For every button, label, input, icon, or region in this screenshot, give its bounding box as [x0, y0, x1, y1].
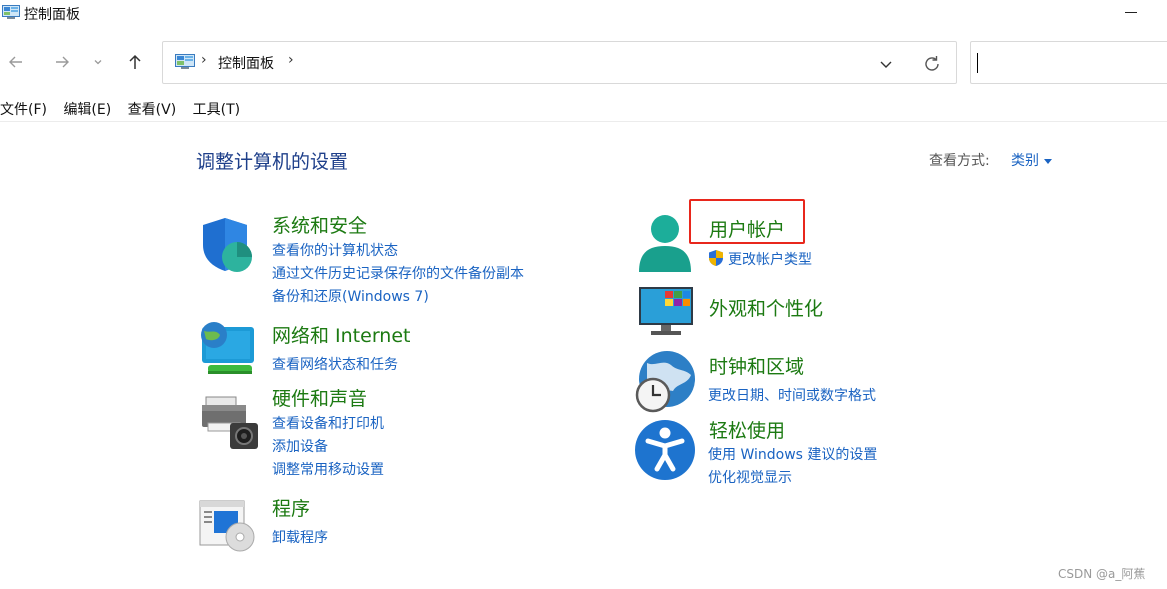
forward-button[interactable] [48, 48, 76, 76]
link-view-computer-status[interactable]: 查看你的计算机状态 [272, 240, 398, 260]
arrow-up-icon [129, 54, 141, 69]
minimize-icon [1125, 12, 1137, 13]
category-ease-of-access[interactable]: 轻松使用 [709, 416, 785, 443]
watermark: CSDN @a_阿蕉 [1058, 567, 1146, 581]
menu-bar: 文件(F) 编辑(E) 查看(V) 工具(T) [0, 99, 252, 121]
link-change-account-type[interactable]: 更改帐户类型 [728, 249, 812, 269]
refresh-button[interactable] [921, 53, 943, 75]
programs-icon[interactable] [198, 499, 258, 555]
back-button[interactable] [2, 48, 30, 76]
breadcrumb-separator[interactable]: › [201, 52, 207, 68]
arrow-left-icon [9, 56, 22, 68]
breadcrumb-separator-trailing[interactable]: › [288, 52, 294, 68]
uac-shield-icon [707, 249, 725, 267]
breadcrumb-control-panel[interactable]: 控制面板 [218, 53, 274, 73]
view-by-value: 类别 [1011, 153, 1039, 169]
link-network-status-tasks[interactable]: 查看网络状态和任务 [272, 354, 398, 374]
link-file-history-backup[interactable]: 通过文件历史记录保存你的文件备份副本 [272, 263, 524, 283]
control-panel-icon [2, 5, 20, 20]
category-user-accounts[interactable]: 用户帐户 [709, 215, 785, 242]
title-bar: 控制面板 [0, 0, 1167, 28]
address-bar[interactable]: › 控制面板 › [162, 41, 957, 84]
view-by-dropdown[interactable]: 类别 [1011, 150, 1052, 170]
user-icon[interactable] [637, 212, 693, 276]
link-change-date-time[interactable]: 更改日期、时间或数字格式 [708, 385, 876, 405]
link-uninstall-program[interactable]: 卸载程序 [272, 527, 328, 547]
menu-edit[interactable]: 编辑(E) [63, 102, 111, 118]
address-dropdown-button[interactable] [876, 54, 896, 74]
control-panel-icon [175, 54, 195, 70]
link-devices-printers[interactable]: 查看设备和打印机 [272, 413, 384, 433]
menu-tools[interactable]: 工具(T) [193, 102, 240, 118]
category-appearance[interactable]: 外观和个性化 [709, 294, 823, 321]
accessibility-icon[interactable] [634, 419, 696, 481]
chevron-down-icon [94, 60, 102, 65]
recent-locations-button[interactable] [86, 48, 110, 76]
menu-file[interactable]: 文件(F) [0, 102, 47, 118]
network-globe-icon[interactable] [198, 319, 258, 379]
menu-divider [0, 121, 1167, 122]
category-clock-region[interactable]: 时钟和区域 [709, 352, 804, 379]
category-hardware-sound[interactable]: 硬件和声音 [272, 384, 367, 411]
window-title: 控制面板 [24, 7, 80, 23]
minimize-button[interactable] [1112, 0, 1152, 28]
link-backup-restore[interactable]: 备份和还原(Windows 7) [272, 286, 429, 306]
page-title: 调整计算机的设置 [196, 151, 349, 173]
category-network-internet[interactable]: 网络和 Internet [272, 321, 410, 348]
arrow-right-icon [56, 56, 69, 68]
link-windows-recommended-settings[interactable]: 使用 Windows 建议的设置 [708, 444, 877, 464]
link-mobility-settings[interactable]: 调整常用移动设置 [272, 459, 384, 479]
chevron-down-icon [880, 61, 892, 68]
shield-icon[interactable] [199, 215, 257, 273]
link-add-device[interactable]: 添加设备 [272, 436, 328, 456]
view-by-label: 查看方式: [929, 153, 990, 169]
clock-globe-icon[interactable] [633, 349, 697, 413]
link-optimize-visual-display[interactable]: 优化视觉显示 [708, 467, 792, 487]
dropdown-arrow-icon [1044, 158, 1052, 164]
category-system-security[interactable]: 系统和安全 [272, 211, 367, 238]
monitor-personalization-icon[interactable] [637, 285, 695, 337]
menu-view[interactable]: 查看(V) [128, 102, 177, 118]
printer-camera-icon[interactable] [200, 393, 260, 451]
search-input[interactable] [970, 41, 1167, 84]
text-caret [977, 53, 978, 73]
up-button[interactable] [121, 48, 149, 76]
refresh-icon [925, 56, 939, 71]
category-programs[interactable]: 程序 [272, 494, 310, 521]
